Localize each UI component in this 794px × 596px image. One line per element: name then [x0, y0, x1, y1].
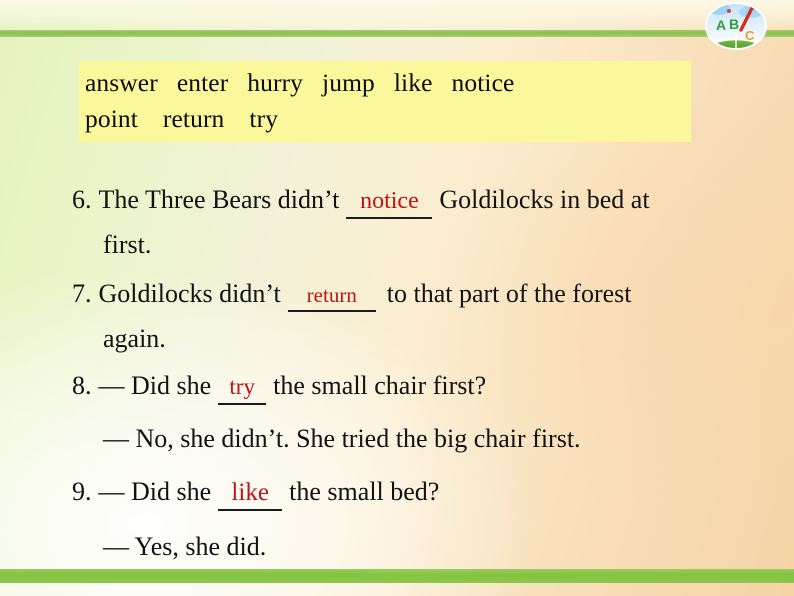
item-number-6: 6. — [72, 185, 92, 214]
exercise-item-7: 7. Goldilocks didn’t return to that part of… — [72, 278, 632, 312]
word-bank-row-1: answer enter hurry jump like notice — [85, 65, 687, 101]
word-like: like — [393, 68, 433, 97]
word-answer: answer — [85, 68, 158, 97]
bottom-green-rule — [0, 569, 794, 583]
word-try: try — [249, 104, 279, 133]
answer-blank-9[interactable]: like — [218, 477, 283, 511]
top-green-rule — [0, 30, 794, 37]
word-hurry: hurry — [247, 68, 304, 97]
item-8-text-after: the small chair first? — [273, 371, 487, 400]
exercise-item-6-continuation: first. — [103, 230, 152, 259]
item-9-text-after: the small bed? — [289, 477, 440, 506]
item-number-8: 8. — [72, 371, 92, 400]
slide-canvas: A B C answer enter hurry jump like notice poi… — [0, 0, 794, 596]
item-number-7: 7. — [72, 279, 92, 308]
item-7-text-before: Goldilocks didn’t — [98, 279, 281, 308]
exercise-item-8-continuation: — No, she didn’t. She tried the big chai… — [103, 424, 581, 453]
word-return: return — [162, 104, 225, 133]
word-bank-row-2: point return try — [85, 101, 687, 137]
svg-text:C: C — [745, 28, 755, 43]
exercise-item-9-continuation: — Yes, she did. — [103, 532, 267, 561]
word-notice: notice — [451, 68, 515, 97]
item-number-9: 9. — [72, 477, 92, 506]
answer-blank-8[interactable]: try — [218, 371, 267, 405]
word-enter: enter — [176, 68, 229, 97]
exercise-item-6: 6. The Three Bears didn’t notice Goldilocks… — [72, 184, 650, 219]
exercise-item-8: 8. — Did she try the small chair first? — [72, 370, 486, 405]
word-point: point — [85, 104, 138, 133]
exercise-item-7-continuation: again. — [103, 324, 166, 353]
background-top-fade — [0, 0, 794, 34]
item-6-text-after: Goldilocks in bed at — [439, 185, 650, 214]
svg-text:A: A — [716, 17, 726, 33]
exercise-item-9: 9. — Did she like the small bed? — [72, 476, 439, 511]
abc-logo-icon: A B C — [705, 2, 767, 50]
item-6-text-before: The Three Bears didn’t — [98, 185, 340, 214]
word-jump: jump — [322, 68, 375, 97]
answer-blank-7[interactable]: return — [287, 280, 376, 312]
item-7-text-after: to that part of the forest — [386, 279, 632, 308]
item-8-text-before: — Did she — [98, 371, 212, 400]
answer-blank-6[interactable]: notice — [346, 185, 433, 219]
item-9-text-before: — Did she — [98, 477, 212, 506]
svg-text:B: B — [729, 16, 739, 32]
word-bank-box: answer enter hurry jump like notice point retu… — [79, 61, 691, 142]
